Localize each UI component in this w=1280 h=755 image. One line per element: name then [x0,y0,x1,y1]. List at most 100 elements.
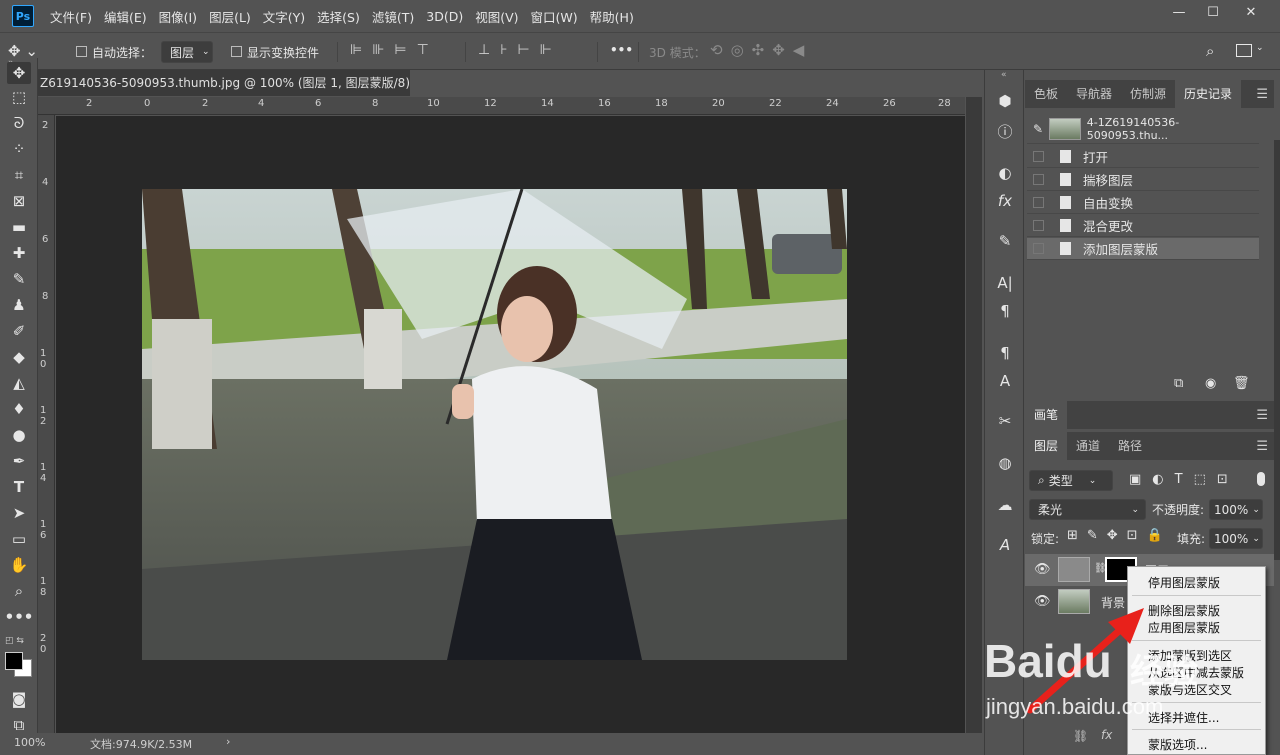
history-item-selected[interactable]: 添加图层蒙版 [1027,238,1259,260]
tab-clone-source[interactable]: 仿制源 [1121,80,1175,108]
menu-item-apply-mask[interactable]: 应用图层蒙版 [1148,619,1220,636]
collapse-icon[interactable]: « [1001,70,1007,80]
foreground-color-swatch[interactable] [5,652,23,670]
tab-channels[interactable]: 通道 [1067,432,1109,460]
document-tab[interactable]: Z619140536-5090953.thumb.jpg @ 100% (图层 … [38,70,410,116]
fx-button[interactable]: fx [1101,728,1112,742]
character-icon[interactable]: A| [994,272,1016,294]
more-options-button[interactable]: ••• [610,43,633,57]
menu-image[interactable]: 图像(I) [153,7,203,26]
auto-select-target-dropdown[interactable]: 图层 ⌄ [161,41,213,63]
rectangle-tool-icon[interactable]: ▭ [7,528,31,550]
filter-toggle[interactable] [1257,472,1265,486]
libraries-icon[interactable]: ☁ [994,494,1016,516]
history-brush-source-icon[interactable]: ✎ [1033,122,1043,136]
align-icons[interactable]: ⊫⊪⊨⊤ [350,42,470,62]
tab-paths[interactable]: 路径 [1109,432,1151,460]
show-transform-checkbox[interactable] [231,46,242,57]
tab-layers[interactable]: 图层 [1025,432,1068,460]
menu-view[interactable]: 视图(V) [469,7,524,26]
move-tool-icon[interactable]: ✥ [7,62,31,84]
panel-menu-icon[interactable]: ☰ [1256,408,1268,423]
info-icon[interactable]: ⓘ [994,120,1016,142]
fill-input[interactable]: 100% ⌄ [1209,528,1263,549]
menu-item-mask-options[interactable]: 蒙版选项... [1148,736,1207,753]
frame-tool-icon[interactable]: ⊠ [7,190,31,212]
marquee-tool-icon[interactable]: ⬚ [7,86,31,108]
zoom-level[interactable]: 100% [14,736,45,749]
history-item[interactable]: 混合更改 [1027,215,1259,237]
close-window-button[interactable]: ✕ [1234,0,1268,24]
adjustments-icon[interactable]: ◐ [994,162,1016,184]
styles-icon[interactable]: fx [994,190,1016,212]
search-icon[interactable]: ⌕ [1206,42,1214,60]
character-styles-icon[interactable]: A [994,370,1016,392]
restore-button[interactable]: ☐ [1196,0,1230,24]
paint-bucket-icon[interactable]: ◭ [7,372,31,394]
history-brush-icon[interactable]: ✐ [7,320,31,342]
clone-stamp-icon[interactable]: ♟ [7,294,31,316]
menu-item-select-and-mask[interactable]: 选择并遮住... [1148,709,1219,726]
menu-edit[interactable]: 编辑(E) [98,7,153,26]
menu-item-intersect-mask[interactable]: 蒙版与选区交叉 [1148,681,1232,698]
zoom-tool-icon[interactable]: ⌕ [7,580,31,602]
menu-select[interactable]: 选择(S) [311,7,366,26]
history-snapshot[interactable]: ✎ 4-1Z619140536-5090953.thu... [1027,114,1259,144]
history-item[interactable]: 揣移图层 [1027,169,1259,191]
layer-filter-icons[interactable]: ▣◐T⬚⊡ [1129,472,1239,487]
tab-navigator[interactable]: 导航器 [1067,80,1121,108]
dodge-tool-icon[interactable]: ● [7,424,31,446]
camera-icon[interactable]: ◉ [1205,376,1216,391]
menu-item-add-mask-to-selection[interactable]: 添加蒙版到选区 [1148,647,1232,664]
status-menu-arrow[interactable]: › [226,735,230,748]
auto-select-checkbox[interactable] [76,46,87,57]
chevron-down-icon[interactable]: ⌄ [1256,43,1264,53]
visibility-eye-icon[interactable]: 👁 [1034,562,1051,577]
link-layers-icon[interactable]: ⛓ [1073,729,1088,743]
trash-icon[interactable]: 🗑 [1233,376,1250,391]
swap-colors-icon[interactable]: ◰ ⇆ [5,636,24,646]
history-item[interactable]: 打开 [1027,146,1259,168]
menu-window[interactable]: 窗口(W) [525,7,584,26]
panel-menu-icon[interactable]: ☰ [1256,87,1268,102]
menu-file[interactable]: 文件(F) [44,7,98,26]
tool-presets-icon[interactable]: ✂ [994,410,1016,432]
panel-scrollbar[interactable] [1274,140,1280,560]
healing-brush-icon[interactable]: ✚ [7,242,31,264]
menu-layer[interactable]: 图层(L) [203,7,257,26]
workspace-icon[interactable] [1236,44,1252,57]
panel-menu-icon[interactable]: ☰ [1256,439,1268,454]
quick-select-tool-icon[interactable]: ⁘ [7,138,31,160]
blend-mode-dropdown[interactable]: 柔光 ⌄ [1029,499,1146,520]
brush-tool-icon[interactable]: ✎ [7,268,31,290]
quick-mask-icon[interactable]: ◙ [7,688,31,710]
crop-tool-icon[interactable]: ⌗ [7,164,31,186]
document-image[interactable] [142,189,847,660]
menu-item-delete-mask[interactable]: 删除图层蒙版 [1148,602,1220,619]
new-document-from-state-icon[interactable]: ⧉ [1174,376,1183,391]
menu-item-disable-mask[interactable]: 停用图层蒙版 [1148,574,1220,591]
menu-3d[interactable]: 3D(D) [420,9,469,24]
vertical-scrollbar[interactable] [966,97,982,733]
distribute-icons[interactable]: ⊥⊦⊢⊩ [478,42,598,62]
lasso-tool-icon[interactable]: ᘐ [7,112,31,134]
layer-filter-dropdown[interactable]: ⌕ 类型 ⌄ [1029,470,1113,491]
paragraph-styles-icon[interactable]: ¶ [994,342,1016,364]
history-item[interactable]: 自由变换 [1027,192,1259,214]
menu-help[interactable]: 帮助(H) [584,7,640,26]
path-select-icon[interactable]: ➤ [7,502,31,524]
ruler-tool-icon[interactable]: ▬ [7,216,31,238]
pen-tool-icon[interactable]: ✒ [7,450,31,472]
blur-tool-icon[interactable]: ♦ [7,398,31,420]
opacity-input[interactable]: 100% ⌄ [1209,499,1263,520]
paragraph-icon[interactable]: ¶ [994,300,1016,322]
tab-brush[interactable]: 画笔 [1025,401,1068,429]
properties-icon[interactable]: ◍ [994,452,1016,474]
menu-item-subtract-mask[interactable]: 从选区中减去蒙版 [1148,664,1244,681]
lock-icons[interactable]: ⊞✎✥⊡🔒 [1067,528,1172,543]
tab-swatches[interactable]: 色板 [1025,80,1067,108]
more-tools-icon[interactable]: ••• [5,606,34,628]
menu-filter[interactable]: 滤镜(T) [366,7,420,26]
brush-settings-icon[interactable]: ✎ [994,230,1016,252]
3d-panel-icon[interactable]: ⬢ [994,90,1016,112]
